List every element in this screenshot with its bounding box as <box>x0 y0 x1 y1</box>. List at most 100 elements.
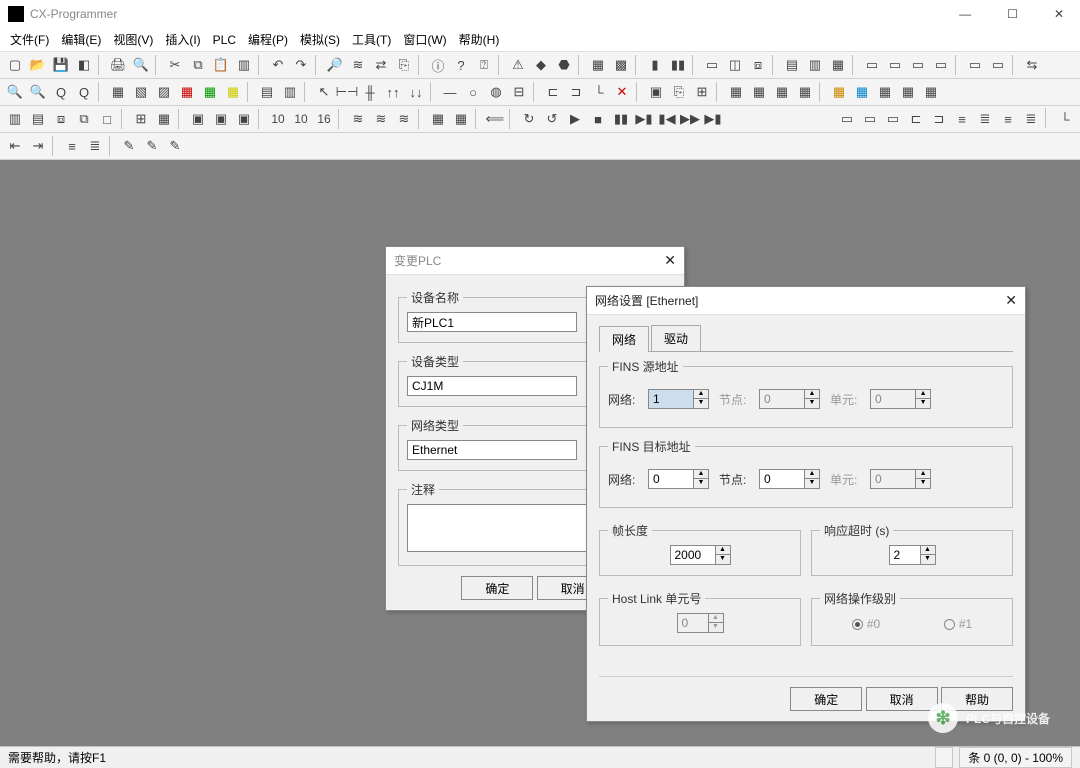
tool-icon[interactable]: ≋ <box>393 108 415 130</box>
new-icon[interactable]: ▢ <box>4 54 26 76</box>
tool-icon[interactable]: ▣ <box>233 108 255 130</box>
open-icon[interactable]: 📂 <box>27 54 49 76</box>
menu-view[interactable]: 视图(V) <box>107 29 159 50</box>
tool-icon[interactable]: ▭ <box>907 54 929 76</box>
line-icon[interactable]: — <box>439 81 461 103</box>
info-icon[interactable]: ⓘ <box>427 54 449 76</box>
tool-icon[interactable]: 10 <box>290 108 312 130</box>
print-icon[interactable]: 🖨 <box>107 54 129 76</box>
tool-icon[interactable]: ≡ <box>61 135 83 157</box>
tool-icon[interactable]: ⧈ <box>50 108 72 130</box>
context-help-icon[interactable]: ⍰ <box>473 54 495 76</box>
tool-icon[interactable]: ▤ <box>781 54 803 76</box>
tool-icon[interactable]: ⎘ <box>393 54 415 76</box>
delete-icon[interactable]: ✕ <box>611 81 633 103</box>
step-icon[interactable]: ▮◀ <box>656 108 678 130</box>
tool-icon[interactable]: ▦ <box>771 81 793 103</box>
menu-insert[interactable]: 插入(I) <box>159 29 206 50</box>
tool-icon[interactable]: ▭ <box>930 54 952 76</box>
menu-edit[interactable]: 编辑(E) <box>55 29 107 50</box>
tool-icon[interactable]: ◆ <box>530 54 552 76</box>
tool-icon[interactable]: ▣ <box>187 108 209 130</box>
tool-icon[interactable]: ▦ <box>827 54 849 76</box>
tool-icon[interactable]: ▨ <box>153 81 175 103</box>
tool-icon[interactable]: └ <box>588 81 610 103</box>
tool-icon[interactable]: ▦ <box>794 81 816 103</box>
src-net-spin[interactable]: ▲▼ <box>648 389 709 409</box>
zoom-in-icon[interactable]: 🔍 <box>4 81 26 103</box>
tool-icon[interactable]: ▦ <box>587 54 609 76</box>
tool-icon[interactable]: ▭ <box>884 54 906 76</box>
tool-icon[interactable]: ⇥ <box>27 135 49 157</box>
tool-icon[interactable]: ▭ <box>987 54 1009 76</box>
copy-icon[interactable]: ⧉ <box>187 54 209 76</box>
close-button[interactable]: ✕ <box>1046 5 1072 23</box>
tool-icon[interactable]: ≋ <box>347 54 369 76</box>
tool-icon[interactable]: ▦ <box>107 81 129 103</box>
tool-icon[interactable]: └ <box>1054 108 1076 130</box>
redo-icon[interactable]: ↷ <box>290 54 312 76</box>
tool-icon[interactable]: ⊏ <box>542 81 564 103</box>
tool-icon[interactable]: ⧉ <box>73 108 95 130</box>
menu-file[interactable]: 文件(F) <box>4 29 55 50</box>
tool-icon[interactable]: ▤ <box>256 81 278 103</box>
menu-sim[interactable]: 模拟(S) <box>294 29 346 50</box>
play-icon[interactable]: ▶ <box>564 108 586 130</box>
tool-icon[interactable]: ▦ <box>897 81 919 103</box>
tool-icon[interactable]: ▮ <box>644 54 666 76</box>
tool-icon[interactable]: ⧈ <box>747 54 769 76</box>
tool-icon[interactable]: ▤ <box>27 108 49 130</box>
tool-icon[interactable]: ▦ <box>450 108 472 130</box>
contact-icon[interactable]: ↓↓ <box>405 81 427 103</box>
menu-window[interactable]: 窗口(W) <box>397 29 452 50</box>
tool-icon[interactable]: ▥ <box>804 54 826 76</box>
tool-icon[interactable]: ≋ <box>347 108 369 130</box>
close-icon[interactable]: ✕ <box>1005 292 1017 309</box>
cut-icon[interactable]: ✂ <box>164 54 186 76</box>
tool-icon[interactable]: ↻ <box>518 108 540 130</box>
zoom-icon[interactable]: Q <box>50 81 72 103</box>
net-type-select[interactable] <box>407 440 577 460</box>
save-icon[interactable]: 💾 <box>50 54 72 76</box>
tool-icon[interactable]: ≣ <box>974 108 996 130</box>
contact-icon[interactable]: ╫ <box>359 81 381 103</box>
minimize-button[interactable]: — <box>951 5 979 23</box>
tool-icon[interactable]: ⎘ <box>668 81 690 103</box>
find-icon[interactable]: 🔎 <box>324 54 346 76</box>
help-icon[interactable]: ? <box>450 54 472 76</box>
tool-icon[interactable]: ▦ <box>748 81 770 103</box>
maximize-button[interactable]: ☐ <box>999 5 1026 23</box>
tool-icon[interactable]: ▥ <box>233 54 255 76</box>
tool-icon[interactable]: ▦ <box>176 81 198 103</box>
timeout-spin[interactable]: ▲▼ <box>889 545 936 565</box>
paste-icon[interactable]: 📋 <box>210 54 232 76</box>
tool-icon[interactable]: ⊞ <box>130 108 152 130</box>
coil-icon[interactable]: ○ <box>462 81 484 103</box>
tool-icon[interactable]: ≋ <box>370 108 392 130</box>
pause-icon[interactable]: ▮▮ <box>610 108 632 130</box>
tool-icon[interactable]: ⊏ <box>905 108 927 130</box>
tool-icon[interactable]: 10 <box>267 108 289 130</box>
tool-icon[interactable]: ▭ <box>701 54 723 76</box>
tool-icon[interactable]: ⇄ <box>370 54 392 76</box>
zoom-out-icon[interactable]: 🔍 <box>27 81 49 103</box>
contact-icon[interactable]: ⊢⊣ <box>336 81 358 103</box>
tool-icon[interactable]: ≣ <box>84 135 106 157</box>
tool-icon[interactable]: ▦ <box>828 81 850 103</box>
tool-icon[interactable]: ⊐ <box>565 81 587 103</box>
tool-icon[interactable]: ◧ <box>73 54 95 76</box>
tool-icon[interactable]: ▭ <box>882 108 904 130</box>
tool-icon[interactable]: ✎ <box>118 135 140 157</box>
tool-icon[interactable]: ◫ <box>724 54 746 76</box>
tool-icon[interactable]: ▣ <box>210 108 232 130</box>
tool-icon[interactable]: ✎ <box>164 135 186 157</box>
preview-icon[interactable]: 🔍 <box>130 54 152 76</box>
tool-icon[interactable]: □ <box>96 108 118 130</box>
frame-spin[interactable]: ▲▼ <box>670 545 731 565</box>
coil-icon[interactable]: ◍ <box>485 81 507 103</box>
tool-icon[interactable]: ▥ <box>4 108 26 130</box>
menu-help[interactable]: 帮助(H) <box>453 29 506 50</box>
ff-icon[interactable]: ▶▶ <box>679 108 701 130</box>
menu-program[interactable]: 编程(P) <box>242 29 294 50</box>
tool-icon[interactable]: ⬣ <box>553 54 575 76</box>
